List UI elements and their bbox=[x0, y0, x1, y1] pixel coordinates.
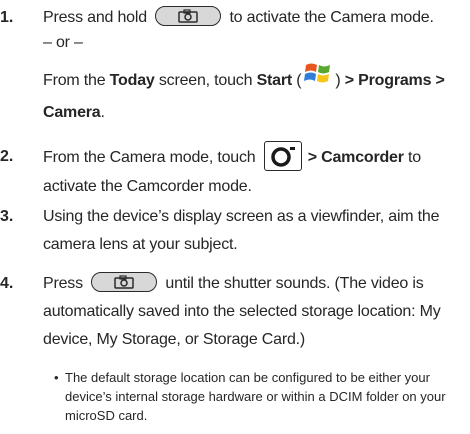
step-line: Camera. bbox=[43, 104, 105, 121]
step-number: 2. bbox=[0, 148, 14, 165]
step-body: Using the device’s display screen as a v… bbox=[43, 203, 464, 259]
programs-path: > Programs > bbox=[344, 72, 445, 90]
windows-start-icon bbox=[303, 60, 333, 96]
bullet-text: The default storage location can be conf… bbox=[65, 370, 446, 423]
step-line: activate the Camcorder mode. bbox=[43, 178, 252, 195]
step-line: From the Today screen, touch Start ( ) >… bbox=[43, 63, 464, 99]
step-body: Press and hold to activate the Camera mo… bbox=[43, 4, 464, 127]
start-term: Start bbox=[256, 72, 293, 90]
bullet-note: • The default storage location can be co… bbox=[54, 368, 464, 425]
bullet-symbol: • bbox=[54, 370, 59, 385]
step-number: 3. bbox=[0, 208, 14, 225]
step-number: 4. bbox=[0, 275, 14, 292]
today-term: Today bbox=[109, 72, 155, 90]
step-line: Using the device’s display screen as a v… bbox=[43, 208, 440, 225]
step-line: Press until the shutter sounds. (The vid… bbox=[43, 270, 464, 298]
step-line: Press and hold to activate the Camera mo… bbox=[43, 4, 464, 32]
instruction-page: 1. Press and hold to activate the Camera… bbox=[0, 0, 470, 434]
step-body: From the Camera mode, touch > Camcorder … bbox=[43, 141, 464, 201]
step-text: to activate the Camera mode. bbox=[229, 9, 434, 26]
step-number: 1. bbox=[0, 9, 14, 26]
camera-mode-icon bbox=[263, 141, 302, 171]
step-line: device, My Storage, or Storage Card.) bbox=[43, 331, 306, 348]
camera-term: Camera bbox=[43, 104, 101, 121]
step-line: From the Camera mode, touch > Camcorder … bbox=[43, 141, 464, 173]
or-separator: – or – bbox=[43, 34, 83, 51]
step-line: camera lens at your subject. bbox=[43, 236, 238, 253]
camera-key-icon bbox=[91, 271, 158, 292]
camera-key-icon bbox=[155, 5, 222, 26]
step-text: Press and hold bbox=[43, 9, 147, 26]
step-body: Press until the shutter sounds. (The vid… bbox=[43, 270, 464, 354]
camcorder-path: > Camcorder bbox=[307, 149, 404, 167]
step-line: automatically saved into the selected st… bbox=[43, 303, 441, 320]
